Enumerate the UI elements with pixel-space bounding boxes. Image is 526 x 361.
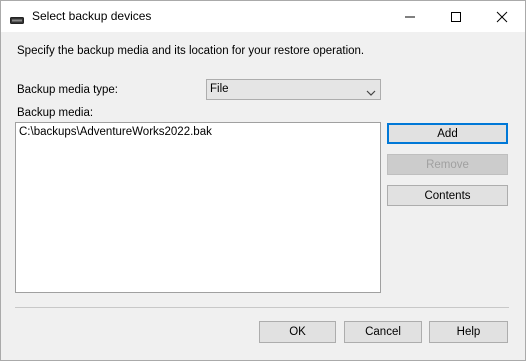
contents-button[interactable]: Contents — [387, 185, 508, 206]
backup-media-label: Backup media: — [17, 107, 94, 119]
separator — [15, 307, 509, 308]
dialog-description: Specify the backup media and its locatio… — [17, 45, 365, 57]
maximize-icon — [451, 12, 461, 22]
backup-media-type-label: Backup media type: — [17, 84, 119, 96]
select-backup-devices-dialog: Select backup devices Specify the backup… — [0, 0, 526, 361]
maximize-button[interactable] — [433, 1, 479, 32]
chevron-down-icon — [366, 86, 376, 100]
window-title: Select backup devices — [32, 9, 152, 23]
add-button[interactable]: Add — [387, 123, 508, 144]
close-button[interactable] — [479, 1, 525, 32]
title-bar[interactable]: Select backup devices — [1, 1, 525, 32]
list-item[interactable]: C:\backups\AdventureWorks2022.bak — [19, 126, 212, 138]
cancel-button[interactable]: Cancel — [344, 321, 422, 343]
backup-media-type-select[interactable]: File — [206, 79, 381, 100]
minimize-button[interactable] — [387, 1, 433, 32]
close-icon — [496, 11, 508, 23]
backup-media-type-value: File — [210, 83, 229, 95]
remove-button[interactable]: Remove — [387, 154, 508, 175]
help-button[interactable]: Help — [429, 321, 508, 343]
minimize-icon — [405, 16, 415, 18]
tape-drive-icon — [10, 13, 24, 24]
backup-media-list[interactable]: C:\backups\AdventureWorks2022.bak — [15, 122, 381, 293]
ok-button[interactable]: OK — [259, 321, 336, 343]
